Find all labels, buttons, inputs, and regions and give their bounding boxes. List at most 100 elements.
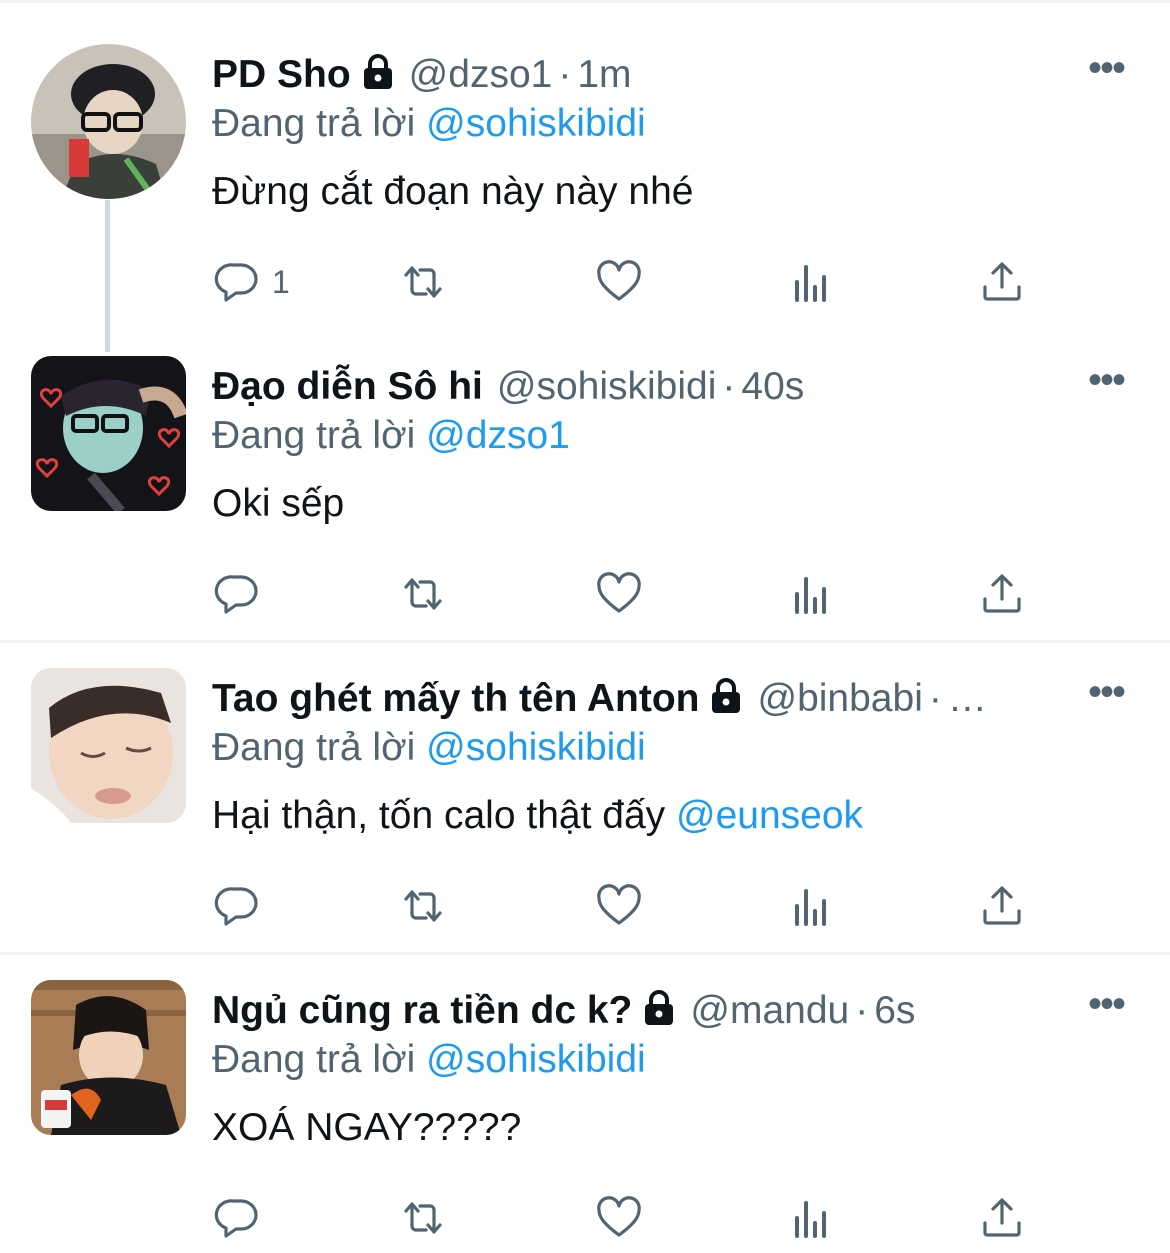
username[interactable]: @mandu xyxy=(690,989,849,1032)
avatar-image xyxy=(31,356,186,511)
avatar[interactable] xyxy=(31,980,186,1135)
like-button[interactable] xyxy=(594,256,644,308)
avatar-image xyxy=(31,668,186,823)
heart-icon xyxy=(597,1196,641,1237)
tweet-header: Ngủ cũng ra tiền dc k? @mandu · 6s xyxy=(212,987,1070,1035)
action-bar: 1 xyxy=(212,256,1052,308)
timestamp[interactable]: 6s xyxy=(874,989,915,1032)
replying-to-label: Đang trả lời xyxy=(212,1038,416,1081)
retweet-icon xyxy=(404,578,442,610)
replying-to: Đang trả lời @sohiskibidi xyxy=(212,100,646,148)
replying-to: Đang trả lời @sohiskibidi xyxy=(212,724,646,772)
more-icon[interactable]: ••• xyxy=(1088,48,1126,88)
lock-icon xyxy=(709,677,743,715)
speech-bubble-icon xyxy=(214,1199,258,1238)
retweet-button[interactable] xyxy=(398,1192,448,1244)
display-name[interactable]: PD Sho xyxy=(212,53,351,96)
timestamp[interactable]: 40s xyxy=(741,365,804,408)
tweet-text: XOÁ NGAY????? xyxy=(212,1106,522,1149)
replying-to-label: Đang trả lời xyxy=(212,102,416,145)
action-bar xyxy=(212,880,1052,932)
mention-link[interactable]: @sohiskibidi xyxy=(426,102,646,145)
tweet-1[interactable]: PD Sho @dzso1 · 1m ••• Đang trả lời @sohisk… xyxy=(0,0,1170,352)
bar-chart-icon xyxy=(795,1201,826,1238)
more-icon[interactable]: ••• xyxy=(1088,984,1126,1024)
replying-to: Đang trả lời @dzso1 xyxy=(212,412,570,460)
like-button[interactable] xyxy=(594,568,644,620)
share-icon xyxy=(983,262,1021,301)
display-name[interactable]: Đạo diễn Sô hi xyxy=(212,365,483,408)
mention-link[interactable]: @sohiskibidi xyxy=(426,1038,646,1081)
tweet-text: Hại thận, tốn calo thật đấy @eunseok xyxy=(212,792,863,840)
display-name[interactable]: Ngủ cũng ra tiền dc k? xyxy=(212,989,632,1032)
reply-button[interactable] xyxy=(212,880,262,932)
username[interactable]: @sohiskibidi xyxy=(497,365,717,408)
speech-bubble-icon xyxy=(214,263,258,302)
bar-chart-icon xyxy=(795,889,826,926)
avatar[interactable] xyxy=(31,356,186,511)
separator-dot: · xyxy=(855,989,869,1032)
tweet-header: Tao ghét mấy th tên Anton @binbabi ·… xyxy=(212,675,1070,723)
timestamp[interactable]: … xyxy=(948,677,987,720)
tweet-2[interactable]: Đạo diễn Sô hi @sohiskibidi · 40s ••• Đang … xyxy=(0,312,1170,640)
retweet-button[interactable] xyxy=(398,568,448,620)
tweet-3[interactable]: Tao ghét mấy th tên Anton @binbabi ·… ••• … xyxy=(0,624,1170,952)
lock-icon xyxy=(642,989,676,1027)
retweet-button[interactable] xyxy=(398,256,448,308)
share-button[interactable] xyxy=(977,568,1027,620)
heart-icon xyxy=(597,884,641,925)
timestamp[interactable]: 1m xyxy=(577,53,631,96)
separator-dot: · xyxy=(928,677,942,720)
bar-chart-icon xyxy=(795,265,826,302)
reply-button[interactable] xyxy=(212,1192,262,1244)
avatar[interactable] xyxy=(31,44,186,199)
avatar[interactable] xyxy=(31,668,186,823)
separator-dot: · xyxy=(558,53,572,96)
views-button[interactable] xyxy=(786,880,836,932)
retweet-icon xyxy=(404,1202,442,1234)
replying-to-label: Đang trả lời xyxy=(212,414,416,457)
more-icon[interactable]: ••• xyxy=(1088,672,1126,712)
share-icon xyxy=(983,574,1021,613)
separator-dot: · xyxy=(722,365,736,408)
heart-icon xyxy=(597,260,641,301)
bar-chart-icon xyxy=(795,577,826,614)
tweet-text: Oki sếp xyxy=(212,482,345,525)
share-button[interactable] xyxy=(977,1192,1027,1244)
display-name[interactable]: Tao ghét mấy th tên Anton xyxy=(212,677,699,720)
mention-link[interactable]: @eunseok xyxy=(676,794,863,837)
heart-icon xyxy=(597,572,641,613)
more-icon[interactable]: ••• xyxy=(1088,360,1126,400)
tweet-header: PD Sho @dzso1 · 1m xyxy=(212,51,1070,99)
share-button[interactable] xyxy=(977,256,1027,308)
reply-count: 1 xyxy=(272,263,290,300)
tweet-text-body: Hại thận, tốn calo thật đấy xyxy=(212,794,666,837)
reply-button[interactable]: 1 xyxy=(212,256,290,308)
share-button[interactable] xyxy=(977,880,1027,932)
avatar-image xyxy=(31,980,186,1135)
replying-to-label: Đang trả lời xyxy=(212,726,416,769)
mention-link[interactable]: @sohiskibidi xyxy=(426,726,646,769)
action-bar xyxy=(212,1192,1052,1244)
like-button[interactable] xyxy=(594,1192,644,1244)
views-button[interactable] xyxy=(786,256,836,308)
username[interactable]: @dzso1 xyxy=(409,53,553,96)
lock-icon xyxy=(361,53,395,91)
reply-button[interactable] xyxy=(212,568,262,620)
views-button[interactable] xyxy=(786,1192,836,1244)
mention-link[interactable]: @dzso1 xyxy=(426,414,570,457)
share-icon xyxy=(983,886,1021,925)
avatar-image xyxy=(31,44,186,199)
views-button[interactable] xyxy=(786,568,836,620)
tweet-4[interactable]: Ngủ cũng ra tiền dc k? @mandu · 6s ••• Đang… xyxy=(0,936,1170,1253)
share-icon xyxy=(983,1198,1021,1237)
speech-bubble-icon xyxy=(214,575,258,614)
retweet-button[interactable] xyxy=(398,880,448,932)
replying-to: Đang trả lời @sohiskibidi xyxy=(212,1036,646,1084)
retweet-icon xyxy=(404,890,442,922)
retweet-icon xyxy=(404,266,442,298)
tweet-text: Đừng cắt đoạn này này nhé xyxy=(212,170,694,213)
like-button[interactable] xyxy=(594,880,644,932)
username[interactable]: @binbabi xyxy=(757,677,922,720)
tweet-header: Đạo diễn Sô hi @sohiskibidi · 40s xyxy=(212,363,1070,411)
